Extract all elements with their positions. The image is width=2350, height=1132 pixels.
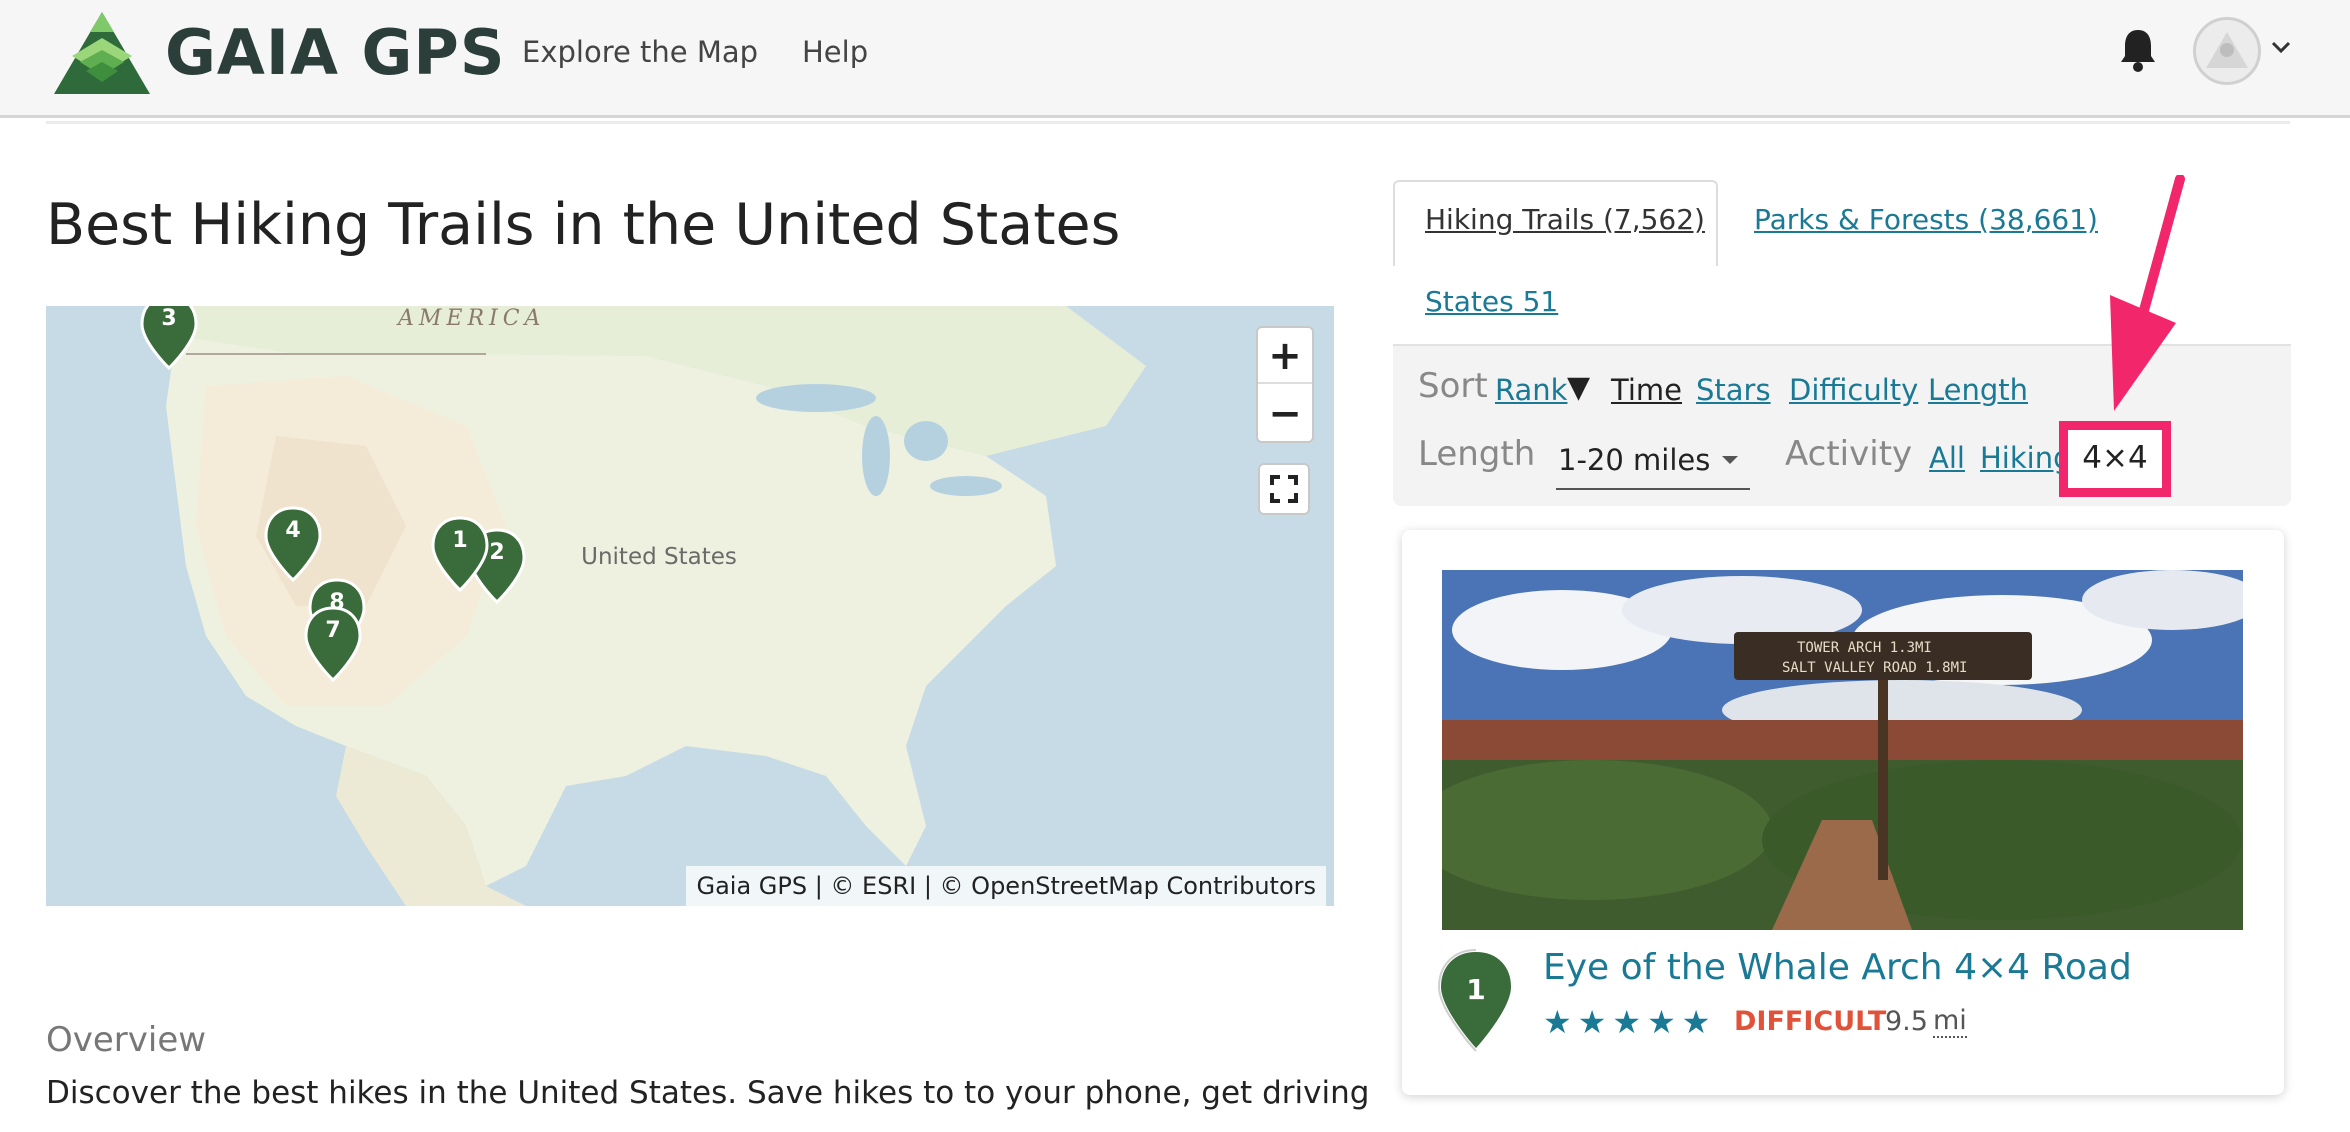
difficulty-badge: DIFFICULT [1734, 1006, 1887, 1037]
star-rating: ★★★★★ [1543, 1003, 1717, 1041]
brand-name[interactable]: GAIA GPS [165, 18, 506, 88]
tab-states[interactable]: States 51 [1425, 285, 1558, 318]
chevron-down-icon[interactable] [2270, 40, 2292, 56]
marker-number: 3 [161, 306, 177, 331]
zoom-out-button[interactable]: − [1258, 386, 1312, 442]
annotation-arrow-icon [2110, 175, 2185, 411]
fullscreen-icon [1270, 475, 1298, 503]
fullscreen-button[interactable] [1258, 463, 1310, 515]
map-label-united-states: United States [581, 544, 737, 570]
nav-help[interactable]: Help [802, 30, 868, 74]
marker-number: 4 [285, 518, 301, 543]
sign-line-1: TOWER ARCH 1.3MI [1797, 640, 1932, 656]
length-select[interactable]: 1-20 miles [1556, 434, 1750, 490]
zoom-control: + − [1256, 326, 1314, 443]
tab-parks-forests[interactable]: Parks & Forests (38,661) [1754, 203, 2098, 236]
activity-all[interactable]: All [1929, 441, 1965, 475]
map-attribution[interactable]: Gaia GPS | © ESRI | © OpenStreetMap Cont… [686, 866, 1326, 906]
trail-marker-7[interactable]: 7 [302, 606, 364, 686]
trail-card[interactable]: TOWER ARCH 1.3MI SALT VALLEY ROAD 1.8MI … [1402, 530, 2284, 1095]
trail-marker-1[interactable]: 1 [429, 516, 491, 596]
overview-heading: Overview [46, 1020, 207, 1060]
trail-distance: 9.5 [1885, 1006, 1928, 1037]
distance-unit[interactable]: mi [1933, 1006, 1967, 1038]
bell-icon[interactable] [2118, 26, 2158, 72]
divider [46, 121, 2290, 124]
trail-title[interactable]: Eye of the Whale Arch 4×4 Road [1543, 947, 2132, 988]
page-title: Best Hiking Trails in the United States [46, 192, 1121, 258]
trail-photo[interactable]: TOWER ARCH 1.3MI SALT VALLEY ROAD 1.8MI [1442, 570, 2243, 930]
map-basemap [156, 306, 1146, 906]
caret-down-icon [1722, 456, 1738, 464]
avatar-icon[interactable] [2193, 17, 2261, 85]
trail-photo-image: TOWER ARCH 1.3MI SALT VALLEY ROAD 1.8MI [1442, 570, 2243, 930]
zoom-in-button[interactable]: + [1258, 328, 1312, 384]
gaia-logo-icon[interactable] [52, 10, 152, 98]
tab-hiking-trails-label[interactable]: Hiking Trails (7,562) [1425, 203, 1705, 236]
map-label-america: AMERICA [398, 306, 546, 331]
marker-number: 7 [325, 618, 341, 643]
sign-line-2: SALT VALLEY ROAD 1.8MI [1782, 660, 1967, 676]
sort-rank[interactable]: Rank [1495, 373, 1567, 407]
trail-map[interactable]: AMERICA United States 3 4 2 1 8 7 + − Ga… [46, 306, 1334, 906]
sort-stars[interactable]: Stars [1696, 373, 1771, 407]
length-label: Length [1418, 434, 1536, 474]
sort-label: Sort [1418, 366, 1488, 406]
length-select-value: 1-20 miles [1558, 443, 1711, 477]
nav-explore-map[interactable]: Explore the Map [522, 30, 758, 74]
trail-marker-4[interactable]: 4 [262, 506, 324, 586]
activity-4x4[interactable]: 4×4 [2059, 421, 2171, 497]
top-header: GAIA GPS Explore the Map Help [0, 0, 2350, 118]
sort-time[interactable]: Time [1611, 373, 1682, 407]
activity-label: Activity [1785, 434, 1913, 474]
rank-badge: 1 [1434, 947, 1518, 1057]
sort-length[interactable]: Length [1928, 373, 2028, 407]
activity-hiking[interactable]: Hiking [1980, 441, 2066, 475]
overview-text: Discover the best hikes in the United St… [46, 1075, 1370, 1111]
sort-desc-icon[interactable]: ▼ [1567, 370, 1590, 405]
marker-number: 1 [452, 528, 468, 553]
rank-number: 1 [1466, 973, 1486, 1006]
trail-marker-3[interactable]: 3 [138, 306, 200, 374]
avatar-mountain-icon [2206, 32, 2248, 68]
sort-difficulty[interactable]: Difficulty [1789, 373, 1918, 407]
